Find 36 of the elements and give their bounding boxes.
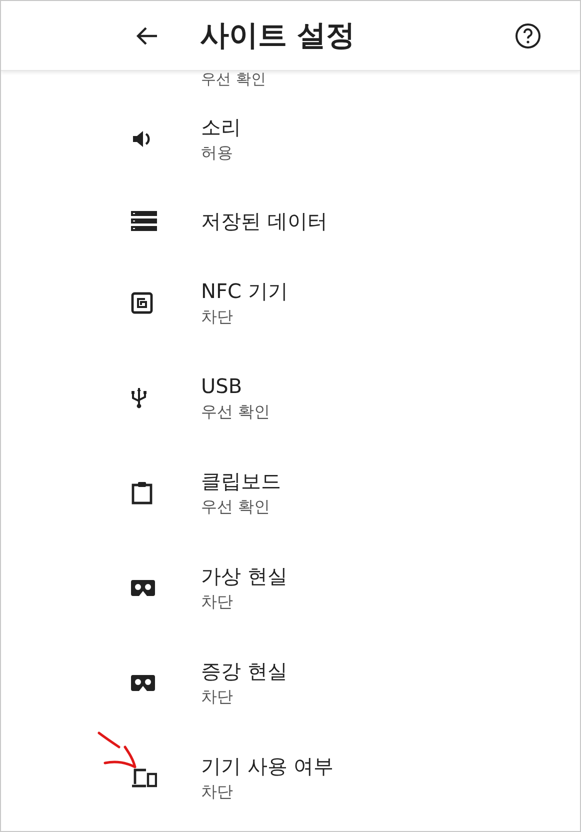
setting-item[interactable]: 증강 현실 차단 — [1, 635, 580, 730]
setting-status: 차단 — [201, 780, 234, 802]
setting-status: 차단 — [201, 590, 234, 612]
setting-status: 우선 확인 — [201, 400, 270, 422]
setting-title: 증강 현실 — [201, 658, 288, 684]
setting-title: NFC 기기 — [201, 278, 288, 304]
usb-icon — [131, 386, 147, 408]
setting-status: 우선 확인 — [201, 71, 266, 87]
setting-item[interactable]: 소리 허용 — [1, 91, 580, 186]
devices-icon — [131, 768, 157, 788]
setting-status: 차단 — [201, 306, 234, 328]
speaker-icon — [131, 128, 153, 148]
setting-item[interactable]: 저장된 데이터 — [1, 186, 580, 255]
setting-item[interactable]: NFC 기기 차단 — [1, 255, 580, 350]
setting-item[interactable]: 기기 사용 여부 차단 — [1, 730, 580, 825]
help-icon — [515, 22, 541, 48]
clipboard-icon — [131, 480, 153, 504]
setting-title: 기기 사용 여부 — [201, 752, 334, 778]
setting-title: 가상 현실 — [201, 562, 288, 588]
setting-title: 클립보드 — [201, 468, 281, 494]
setting-title: USB — [201, 372, 244, 398]
help-button[interactable] — [514, 22, 542, 50]
setting-title: 소리 — [201, 114, 241, 140]
setting-status: 우선 확인 — [201, 496, 272, 518]
goggles-icon — [131, 674, 155, 690]
storage-icon — [131, 210, 157, 230]
nfc-icon — [131, 292, 153, 314]
setting-status: 허용 — [201, 142, 234, 164]
goggles-icon — [131, 580, 155, 596]
setting-title: 저장된 데이터 — [201, 208, 328, 234]
setting-item[interactable]: USB 우선 확인 — [1, 350, 580, 445]
page-title: 사이트 설정 — [200, 16, 356, 54]
setting-item[interactable]: 클립보드 우선 확인 — [1, 445, 580, 540]
setting-item[interactable]: 가상 현실 차단 — [1, 540, 580, 635]
back-arrow-icon — [136, 26, 158, 44]
setting-status: 차단 — [201, 686, 234, 708]
